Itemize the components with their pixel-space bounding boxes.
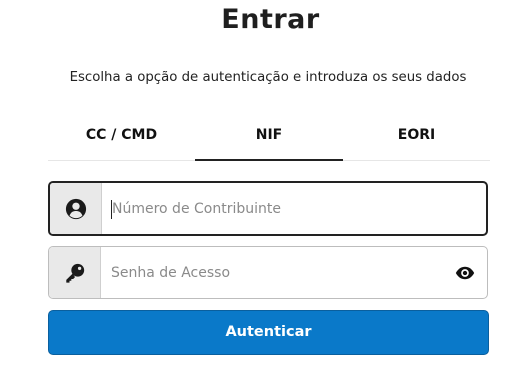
- login-page: Entrar Escolha a opção de autenticação e…: [0, 0, 509, 368]
- authenticate-button[interactable]: Autenticar: [48, 310, 489, 355]
- key-icon: [65, 263, 84, 283]
- password-field-addon: [49, 247, 101, 298]
- page-title: Entrar: [221, 4, 320, 35]
- eye-icon[interactable]: [455, 266, 475, 280]
- tab-nif[interactable]: NIF: [195, 124, 343, 161]
- password-input[interactable]: [111, 247, 447, 298]
- auth-tabs: CC / CMD NIF EORI: [48, 124, 490, 161]
- tab-eori[interactable]: EORI: [343, 124, 490, 160]
- page-subtitle: Escolha a opção de autenticação e introd…: [69, 70, 467, 85]
- tab-cc-cmd[interactable]: CC / CMD: [48, 124, 195, 160]
- password-field: [48, 246, 488, 299]
- nif-field: [48, 181, 488, 236]
- user-icon: [65, 198, 86, 219]
- text-caret: [111, 200, 112, 219]
- nif-input[interactable]: [112, 183, 446, 234]
- nif-field-addon: [50, 183, 102, 234]
